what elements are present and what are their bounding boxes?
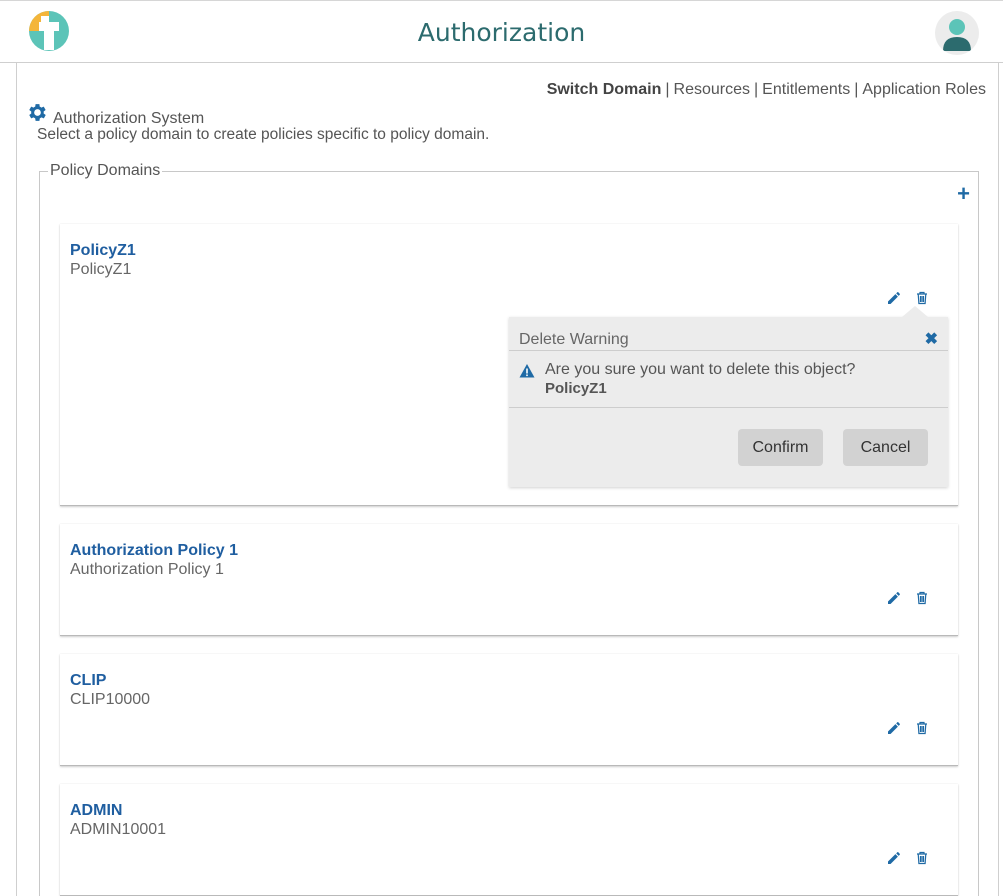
nav-separator: | — [854, 81, 859, 98]
card-actions — [886, 290, 930, 306]
popover-body: Are you sure you want to delete this obj… — [509, 351, 948, 408]
warning-object-name: PolicyZ1 — [545, 380, 607, 397]
trash-icon[interactable] — [914, 850, 930, 866]
nav-separator: | — [665, 81, 670, 98]
warning-icon — [519, 364, 535, 378]
nav-switch-domain[interactable]: Switch Domain — [547, 81, 662, 98]
cancel-button[interactable]: Cancel — [843, 429, 928, 466]
system-heading: Authorization System — [26, 101, 204, 127]
warning-message: Are you sure you want to delete this obj… — [545, 361, 856, 378]
trash-icon[interactable] — [914, 590, 930, 606]
user-avatar-icon[interactable] — [935, 11, 979, 55]
add-domain-plus-icon[interactable]: + — [957, 183, 970, 205]
card-actions — [886, 720, 930, 736]
domain-card-authorization-policy-1: Authorization Policy 1 Authorization Pol… — [60, 524, 958, 636]
popover-title: Delete Warning — [519, 331, 629, 348]
domain-name[interactable]: PolicyZ1 — [70, 242, 136, 260]
nav-entitlements[interactable]: Entitlements — [762, 81, 850, 98]
pencil-icon[interactable] — [886, 290, 902, 306]
domain-card-clip: CLIP CLIP10000 — [60, 654, 958, 766]
trash-icon[interactable] — [914, 720, 930, 736]
domain-name[interactable]: CLIP — [70, 672, 106, 690]
gear-icon — [29, 104, 46, 121]
pencil-icon[interactable] — [886, 720, 902, 736]
domain-description: ADMIN10001 — [70, 821, 167, 838]
system-description: Select a policy domain to create policie… — [37, 126, 490, 143]
confirm-button[interactable]: Confirm — [738, 429, 823, 466]
app-header: Authorization — [0, 0, 1003, 63]
card-actions — [886, 590, 930, 606]
domain-name[interactable]: ADMIN — [70, 802, 122, 820]
domain-description: CLIP10000 — [70, 691, 151, 708]
delete-warning-popover: Delete Warning ✖ Are you sure you want t… — [509, 306, 948, 487]
domain-description: Authorization Policy 1 — [70, 561, 224, 578]
policy-domains-fieldset: Policy Domains + PolicyZ1 PolicyZ1 Delet… — [39, 162, 979, 896]
system-label: Authorization System — [53, 109, 205, 127]
nav-application-roles[interactable]: Application Roles — [862, 81, 986, 98]
nav-separator: | — [754, 81, 759, 98]
top-nav: Switch Domain | Resources | Entitlements | App… — [547, 81, 986, 99]
pencil-icon[interactable] — [886, 850, 902, 866]
domain-name[interactable]: Authorization Policy 1 — [70, 542, 238, 560]
pencil-icon[interactable] — [886, 590, 902, 606]
popover-header: Delete Warning ✖ — [509, 317, 948, 351]
domain-description: PolicyZ1 — [70, 261, 132, 278]
policy-domains-legend: Policy Domains — [48, 162, 163, 180]
page-title: Authorization — [417, 18, 586, 47]
card-actions — [886, 850, 930, 866]
content-frame: Switch Domain | Resources | Entitlements | App… — [16, 63, 999, 896]
nav-resources[interactable]: Resources — [674, 81, 750, 98]
trash-icon[interactable] — [914, 290, 930, 306]
domain-card-admin: ADMIN ADMIN10001 — [60, 784, 958, 896]
close-icon[interactable]: ✖ — [925, 332, 938, 348]
domain-card-policyz1: PolicyZ1 PolicyZ1 Delete Warning ✖ Are y… — [60, 224, 958, 506]
